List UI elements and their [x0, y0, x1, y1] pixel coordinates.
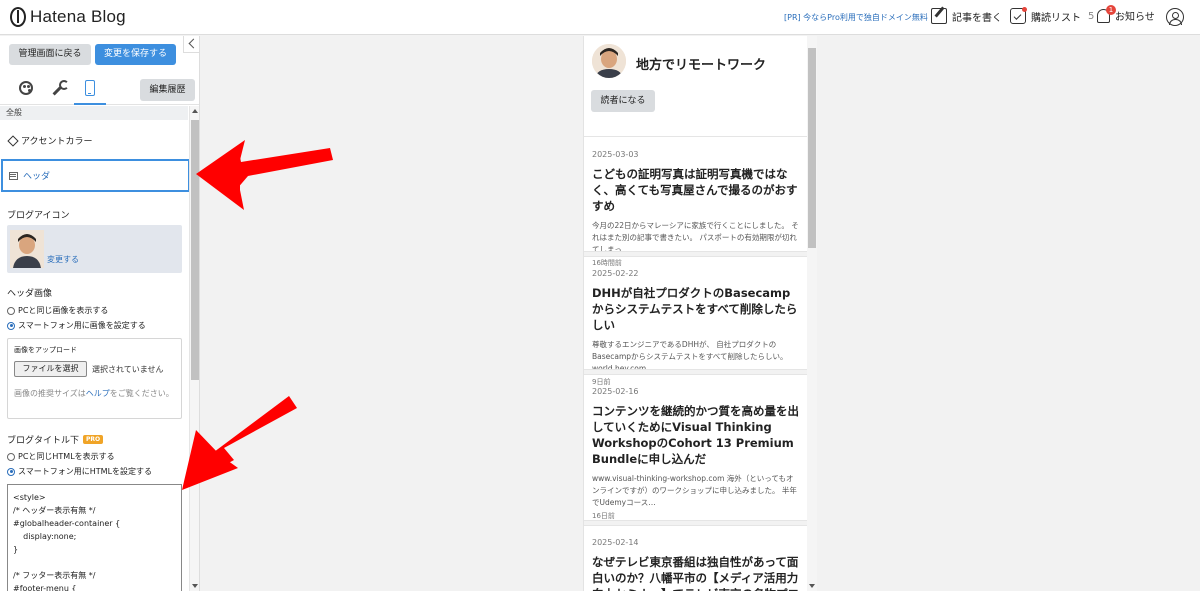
- blog-subtitle-text: ブログタイトル下: [7, 436, 80, 446]
- reader-list-icon: [1010, 7, 1027, 24]
- pro-badge: PRO: [83, 435, 104, 444]
- unread-dot: [1022, 7, 1027, 12]
- upload-note-text: 画像の推奨サイズは: [14, 389, 86, 398]
- bell-icon: 1: [1097, 4, 1116, 23]
- preview-blog-header: 地方でリモートワーク 読者になる: [584, 36, 807, 137]
- radio-button[interactable]: [7, 452, 15, 461]
- radio-label: PCと同じ画像を表示する: [18, 306, 109, 315]
- preview-scrollbar[interactable]: [807, 36, 817, 591]
- entry-title[interactable]: こどもの証明写真は証明写真機ではなく、高くても写真屋さんで撮るのがおすすめ: [592, 166, 800, 214]
- preview-scrollbar-thumb[interactable]: [808, 48, 816, 248]
- preview-blog-avatar[interactable]: [592, 44, 626, 78]
- notifications-label: お知らせ: [1115, 12, 1155, 23]
- accent-color-icon: [8, 136, 17, 145]
- blog-icon-box: 変更する: [7, 225, 182, 273]
- edit-history-button[interactable]: 編集履歴: [140, 79, 195, 101]
- write-entry-button[interactable]: 記事を書く: [931, 8, 1002, 24]
- pro-promo-link[interactable]: [PR] 今ならPro利用で独自ドメイン無料: [784, 12, 928, 23]
- panel-toolbar: 管理画面に戻る 変更を保存する 編集履歴: [0, 36, 199, 105]
- upload-note-text-end: をご覧ください。: [109, 389, 174, 398]
- preview-blog-title[interactable]: 地方でリモートワーク: [636, 54, 766, 73]
- header-icon: [9, 171, 18, 180]
- back-to-admin-button[interactable]: 管理画面に戻る: [9, 44, 91, 65]
- entry-item[interactable]: 2025-02-14 なぜテレビ東京番組は独自性があって面白いのか？八幡平市の【…: [584, 526, 807, 591]
- subscribe-button[interactable]: 読者になる: [591, 90, 655, 112]
- entry-item[interactable]: 2025-03-03 こどもの証明写真は証明写真機ではなく、高くても写真屋さんで…: [584, 138, 807, 268]
- radio-button[interactable]: [7, 306, 15, 315]
- scroll-down-icon[interactable]: [192, 584, 198, 588]
- user-account-icon[interactable]: [1166, 8, 1184, 26]
- entry-date: 2025-02-14: [592, 538, 639, 547]
- upload-note: 画像の推奨サイズはヘルプをご覧ください。: [14, 387, 176, 400]
- tab-customize[interactable]: [50, 79, 70, 101]
- notification-badge: 1: [1106, 4, 1116, 15]
- design-panel: 管理画面に戻る 変更を保存する 編集履歴 全般 アクセントカラー ヘッダ ブログ…: [0, 36, 200, 591]
- accent-color-label: アクセントカラー: [21, 137, 93, 147]
- collapse-panel-icon[interactable]: [183, 36, 199, 53]
- radio-smartphone-html[interactable]: スマートフォン用にHTMLを設定する: [7, 466, 152, 477]
- smartphone-icon: [85, 80, 95, 96]
- notifications-button[interactable]: 1 お知らせ: [1097, 4, 1155, 23]
- smartphone-preview: 地方でリモートワーク 読者になる 2025-03-03 こどもの証明写真は証明写…: [583, 36, 807, 591]
- radio-label: スマートフォン用に画像を設定する: [18, 321, 146, 330]
- entry-title[interactable]: DHHが自社プロダクトのBasecampからシステムテストをすべて削除したらしい: [592, 285, 800, 333]
- accent-color-item[interactable]: アクセントカラー: [8, 134, 93, 147]
- section-general: 全般: [0, 106, 188, 120]
- save-changes-button[interactable]: 変更を保存する: [95, 44, 176, 65]
- radio-button-selected[interactable]: [7, 321, 15, 330]
- entry-excerpt: www.visual-thinking-workshop.com 海外（といって…: [592, 474, 797, 507]
- blog-icon-avatar: [10, 230, 44, 268]
- entry-item[interactable]: 2025-02-22 DHHが自社プロダクトのBasecampからシステムテスト…: [584, 257, 807, 387]
- blog-subtitle-label: ブログタイトル下 PRO: [7, 433, 104, 446]
- wrench-icon: [51, 80, 69, 96]
- header-settings-label: ヘッダ: [23, 172, 51, 182]
- logo-text: Hatena Blog: [30, 7, 126, 26]
- change-blog-icon-link[interactable]: 変更する: [47, 254, 79, 265]
- reader-list-button[interactable]: 購読リスト 5: [1010, 7, 1095, 24]
- scroll-up-icon[interactable]: [192, 109, 198, 113]
- write-entry-label: 記事を書く: [952, 12, 1002, 24]
- panel-scroll-area: 全般 アクセントカラー ヘッダ ブログアイコン 変更する ヘッダ画像 PCと同じ…: [0, 106, 190, 591]
- hatena-logo-icon: [10, 7, 26, 27]
- header-settings-item[interactable]: ヘッダ: [1, 159, 190, 192]
- scroll-down-icon[interactable]: [809, 584, 815, 588]
- tab-smartphone[interactable]: [74, 79, 106, 105]
- scrollbar-thumb[interactable]: [191, 120, 199, 380]
- hatena-logo[interactable]: Hatena Blog: [10, 7, 126, 27]
- file-status: 選択されていません: [92, 365, 164, 374]
- reader-list-label: 購読リスト: [1031, 12, 1081, 24]
- help-link[interactable]: ヘルプ: [86, 389, 110, 398]
- entry-title[interactable]: コンテンツを継続的かつ質を高め量を出していくためにVisual Thinking…: [592, 403, 800, 467]
- entry-date: 2025-02-22: [592, 269, 639, 278]
- entry-date: 2025-02-16: [592, 387, 639, 396]
- entry-title[interactable]: なぜテレビ東京番組は独自性があって面白いのか？八幡平市の【メディア活用力向上セミ…: [592, 554, 800, 591]
- entry-date: 2025-03-03: [592, 150, 639, 159]
- radio-label: スマートフォン用にHTMLを設定する: [18, 467, 153, 476]
- reader-count: 5: [1088, 10, 1095, 22]
- choose-file-button[interactable]: ファイルを選択: [14, 361, 87, 377]
- blog-icon-label: ブログアイコン: [7, 211, 70, 221]
- palette-icon: [19, 81, 33, 95]
- html-code-textarea[interactable]: <style> /* ヘッダー表示有無 */ #globalheader-con…: [7, 484, 182, 591]
- annotation-arrow-header: [196, 140, 333, 210]
- radio-same-as-pc-html[interactable]: PCと同じHTMLを表示する: [7, 451, 115, 462]
- radio-smartphone-image[interactable]: スマートフォン用に画像を設定する: [7, 320, 146, 331]
- upload-title: 画像をアップロード: [14, 346, 77, 354]
- radio-same-as-pc-image[interactable]: PCと同じ画像を表示する: [7, 305, 108, 316]
- radio-label: PCと同じHTMLを表示する: [18, 452, 115, 461]
- tab-design[interactable]: [17, 79, 37, 101]
- pen-icon: [931, 8, 947, 24]
- radio-button-selected[interactable]: [7, 467, 15, 476]
- global-header: Hatena Blog [PR] 今ならPro利用で独自ドメイン無料 記事を書く…: [0, 0, 1200, 35]
- image-upload-box: 画像をアップロード ファイルを選択 選択されていません 画像の推奨サイズはヘルプ…: [7, 338, 182, 419]
- entry-item[interactable]: 2025-02-16 コンテンツを継続的かつ質を高め量を出していくためにVisu…: [584, 375, 807, 521]
- panel-scrollbar[interactable]: [189, 106, 199, 591]
- header-image-label: ヘッダ画像: [7, 289, 53, 299]
